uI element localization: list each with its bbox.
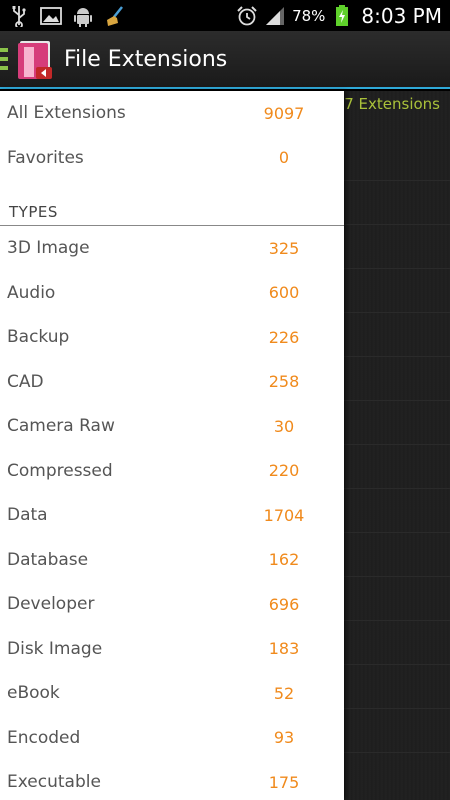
drawer-item-label: Compressed [7, 460, 113, 481]
types-section-title: TYPES [9, 203, 58, 221]
drawer-item-label: Data [7, 505, 48, 526]
app-logo-icon[interactable] [14, 37, 58, 81]
action-bar: File Extensions [0, 31, 450, 89]
type-item-data[interactable]: Data 1704 [0, 493, 344, 538]
drawer-item-count: 696 [268, 594, 300, 614]
types-section-header: TYPES [0, 194, 344, 226]
type-item-3d-image[interactable]: 3D Image 325 [0, 226, 344, 271]
battery-percent: 78% [292, 6, 326, 25]
drawer-item-label: CAD [7, 371, 44, 392]
drawer-item-count: 93 [273, 728, 295, 748]
type-item-camera-raw[interactable]: Camera Raw 30 [0, 404, 344, 449]
signal-icon [264, 5, 286, 27]
drawer-item-label: Favorites [7, 147, 84, 168]
clock: 8:03 PM [361, 3, 442, 28]
drawer-item-count: 600 [268, 283, 300, 303]
drawer-item-count: 162 [268, 550, 300, 570]
status-bar: 78% 8:03 PM [0, 0, 450, 31]
type-item-compressed[interactable]: Compressed 220 [0, 449, 344, 494]
drawer-item-label: 3D Image [7, 238, 90, 259]
drawer-item-count: 183 [268, 639, 300, 659]
app-title: File Extensions [64, 46, 228, 72]
drawer-item-label: Database [7, 549, 89, 570]
drawer-item-label: All Extensions [7, 103, 126, 124]
drawer-item-label: Executable [7, 772, 101, 793]
extensions-count: 97 Extensions [334, 95, 440, 113]
android-icon [72, 5, 94, 27]
image-icon [40, 5, 62, 27]
drawer-item-count: 1704 [263, 505, 305, 525]
drawer-item-count: 30 [273, 416, 295, 436]
drawer-item-label: Backup [7, 327, 70, 348]
type-item-cad[interactable]: CAD 258 [0, 360, 344, 405]
drawer-item-all-extensions[interactable]: All Extensions 9097 [0, 91, 344, 136]
type-item-encoded[interactable]: Encoded 93 [0, 716, 344, 761]
drawer-indicator-icon[interactable] [0, 48, 8, 70]
drawer-item-count: 226 [268, 327, 300, 347]
type-item-audio[interactable]: Audio 600 [0, 271, 344, 316]
drawer-item-count: 220 [268, 461, 300, 481]
drawer-item-label: Disk Image [7, 638, 103, 659]
type-item-ebook[interactable]: eBook 52 [0, 671, 344, 716]
broom-icon [104, 5, 126, 27]
drawer-item-count: 0 [278, 148, 290, 168]
type-item-backup[interactable]: Backup 226 [0, 315, 344, 360]
drawer-item-count: 175 [268, 772, 300, 792]
drawer-item-count: 258 [268, 372, 300, 392]
usb-icon [8, 5, 30, 27]
drawer-item-label: Audio [7, 282, 56, 303]
battery-charging-icon [331, 4, 353, 27]
type-item-executable[interactable]: Executable 175 [0, 760, 344, 800]
alarm-icon [236, 5, 258, 27]
type-item-database[interactable]: Database 162 [0, 538, 344, 583]
drawer-item-count: 52 [273, 683, 295, 703]
navigation-drawer: All Extensions 9097 Favorites 0 TYPES 3D Im… [0, 91, 344, 800]
drawer-item-count: 325 [268, 238, 300, 258]
drawer-item-count: 9097 [263, 103, 305, 123]
drawer-item-label: Encoded [7, 727, 81, 748]
drawer-item-label: eBook [7, 683, 60, 704]
type-item-developer[interactable]: Developer 696 [0, 582, 344, 627]
type-item-disk-image[interactable]: Disk Image 183 [0, 627, 344, 672]
drawer-item-label: Developer [7, 594, 95, 615]
drawer-item-favorites[interactable]: Favorites 0 [0, 136, 344, 181]
drawer-item-label: Camera Raw [7, 416, 115, 437]
